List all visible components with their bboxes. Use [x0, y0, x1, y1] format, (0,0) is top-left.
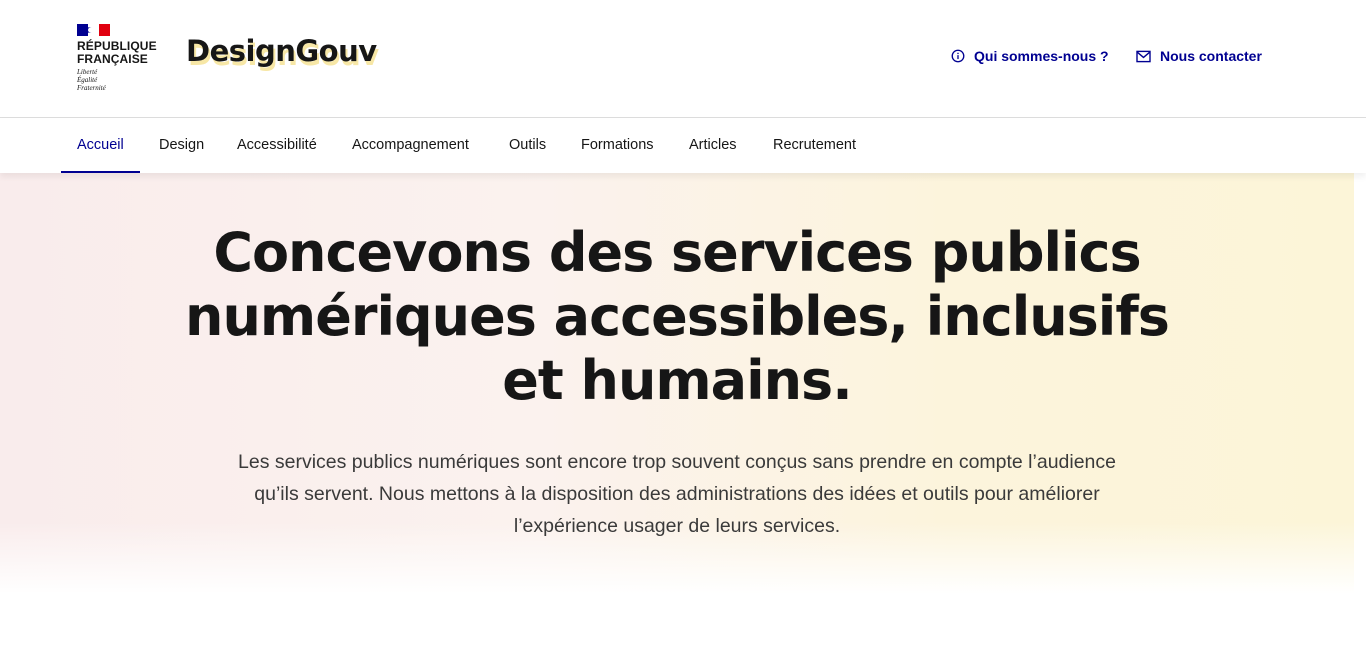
- marianne-flag-icon: [77, 24, 110, 36]
- info-icon: [951, 49, 965, 63]
- motto-fraternite: Fraternité: [77, 84, 106, 92]
- motto: Liberté Égalité Fraternité: [77, 68, 167, 92]
- nav-item-outils[interactable]: Outils: [509, 118, 546, 173]
- motto-egalite: Égalité: [77, 76, 98, 84]
- about-label: Qui sommes-nous ?: [974, 48, 1109, 64]
- site-header: RÉPUBLIQUE FRANÇAISE Liberté Égalité Fra…: [0, 0, 1366, 118]
- contact-label: Nous contacter: [1160, 48, 1262, 64]
- nav-item-accompagnement[interactable]: Accompagnement: [352, 118, 469, 173]
- page-scrollbar[interactable]: [1354, 173, 1366, 651]
- motto-liberte: Liberté: [77, 68, 98, 76]
- site-brand-link[interactable]: DesignGouv: [186, 34, 377, 68]
- republique-francaise-logo[interactable]: RÉPUBLIQUE FRANÇAISE Liberté Égalité Fra…: [77, 24, 167, 92]
- contact-link[interactable]: Nous contacter: [1136, 48, 1262, 64]
- hero-section: Concevons des services publics numérique…: [0, 173, 1354, 651]
- republic-line-2: FRANÇAISE: [77, 52, 148, 66]
- nav-item-articles[interactable]: Articles: [689, 118, 737, 173]
- nav-item-formations[interactable]: Formations: [581, 118, 654, 173]
- mail-icon: [1136, 50, 1151, 62]
- nav-item-design[interactable]: Design: [159, 118, 204, 173]
- hero-lead: Les services publics numériques sont enc…: [238, 451, 1116, 537]
- main-navigation: Accueil Design Accessibilité Accompagnem…: [0, 118, 1366, 173]
- about-link[interactable]: Qui sommes-nous ?: [951, 48, 1109, 64]
- hero-title: Concevons des services publics numérique…: [185, 221, 1170, 412]
- nav-item-recrutement[interactable]: Recrutement: [773, 118, 856, 173]
- nav-item-accessibilite[interactable]: Accessibilité: [237, 118, 317, 173]
- nav-item-accueil[interactable]: Accueil: [61, 118, 140, 173]
